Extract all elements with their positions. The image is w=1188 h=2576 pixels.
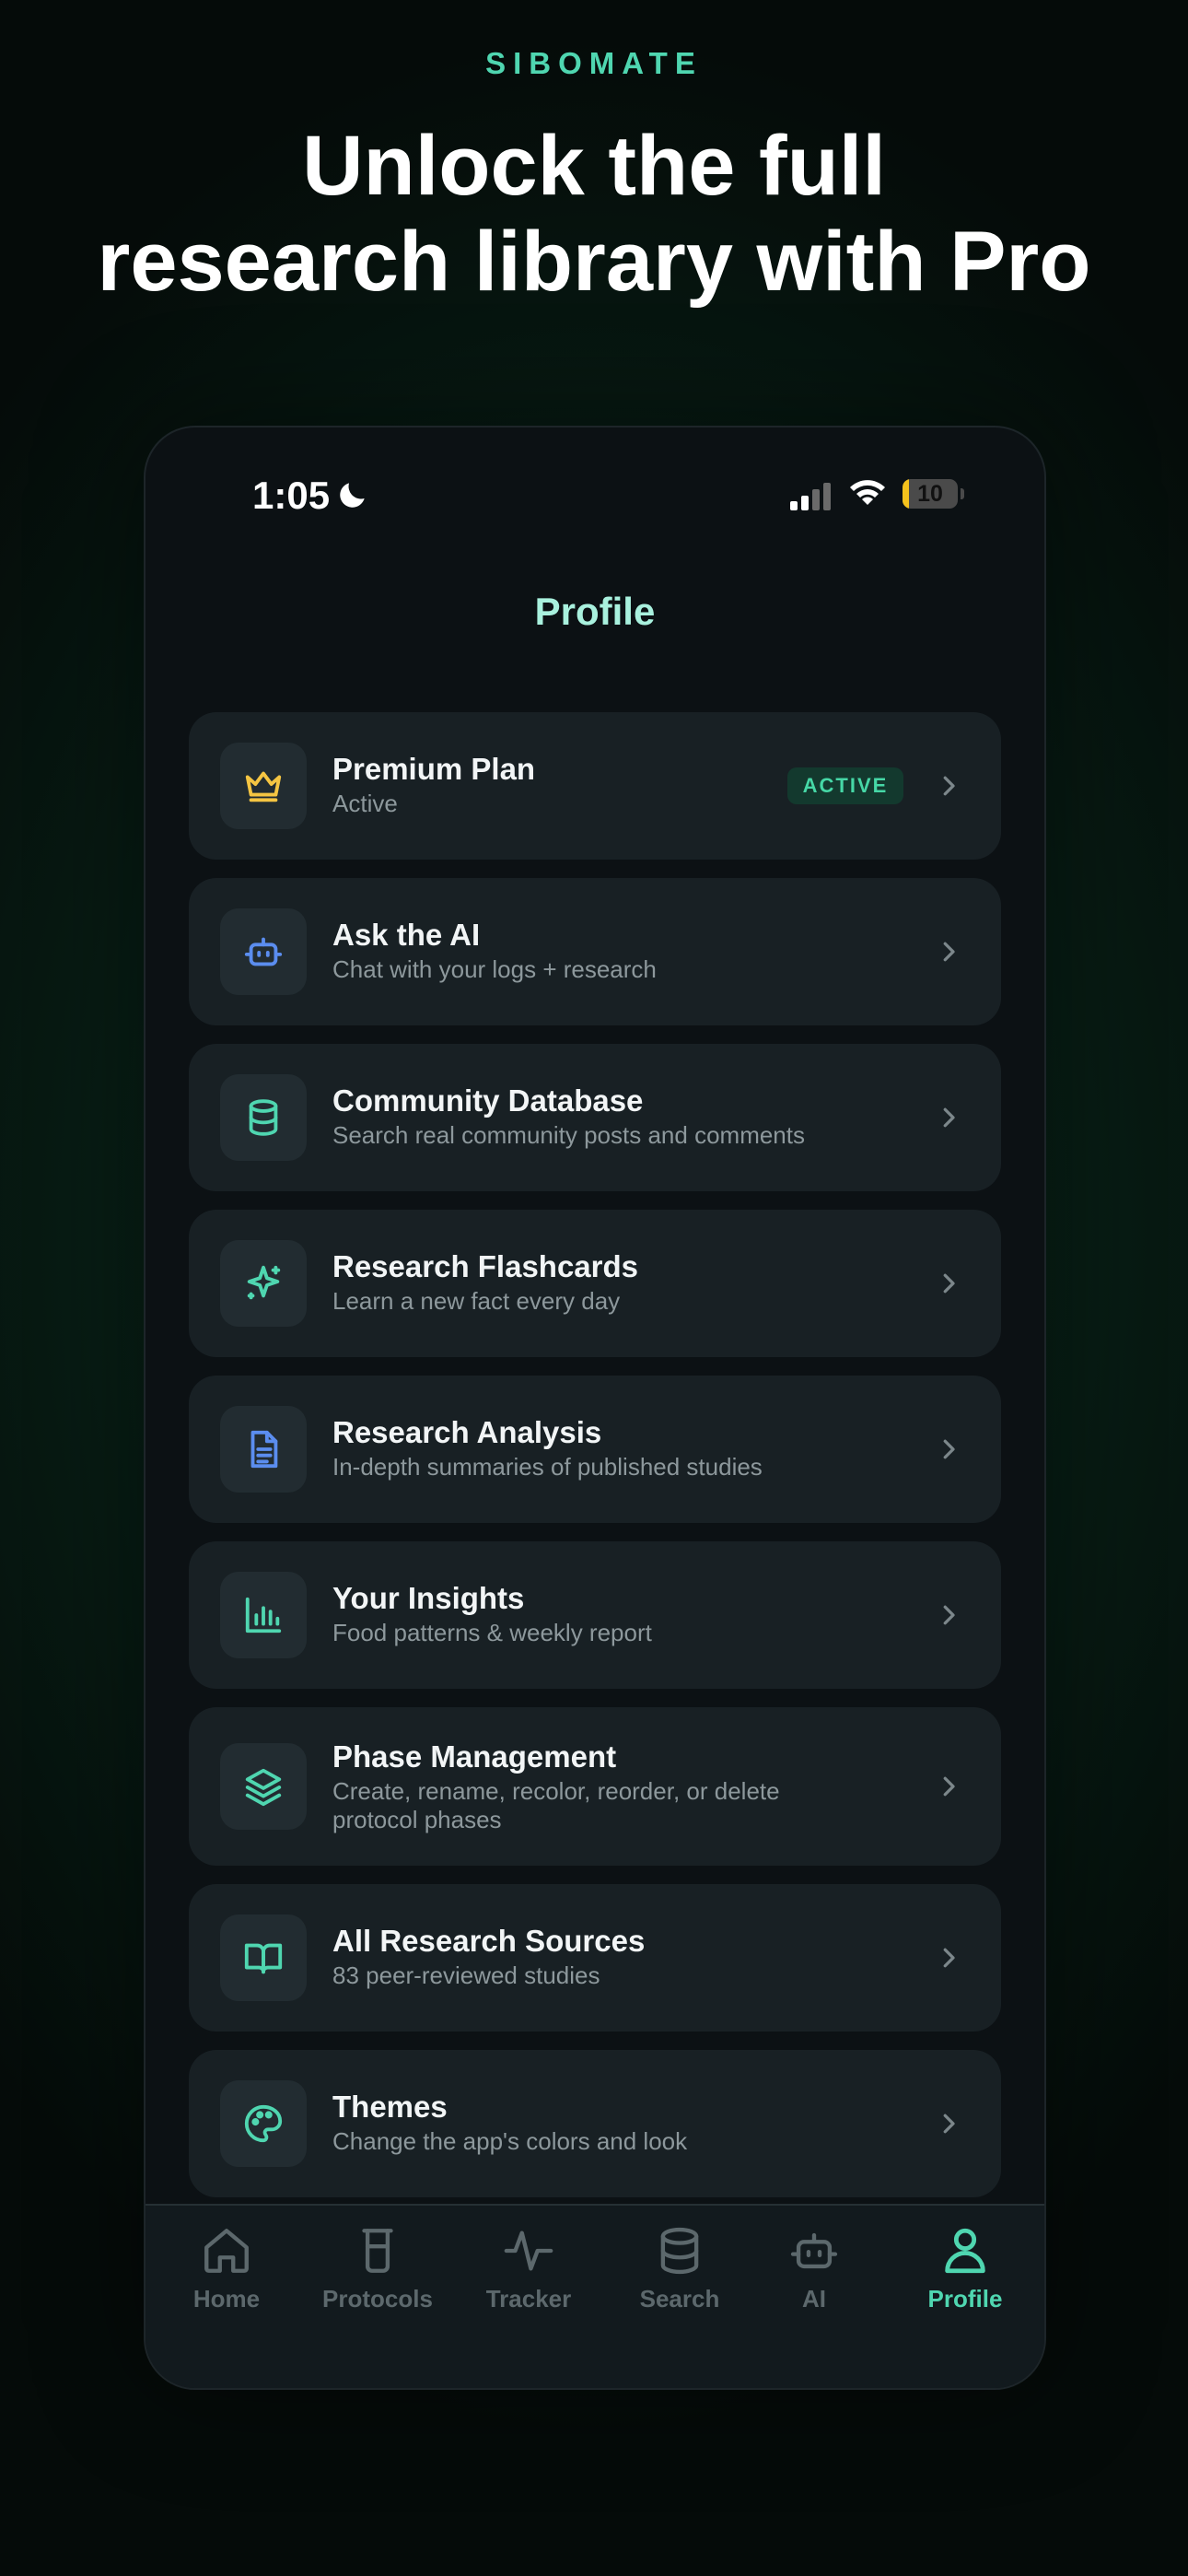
beaker-icon [362, 2229, 393, 2273]
item-subtitle: Change the app's colors and look [332, 2127, 688, 2155]
community-database-item[interactable]: Community Database Search real community… [189, 1044, 1001, 1191]
tab-protocols[interactable]: Protocols [302, 2224, 453, 2313]
cellular-signal-icon [790, 483, 831, 510]
database-icon-box [220, 1074, 307, 1161]
tab-label: Tracker [485, 2285, 572, 2313]
item-title: Themes [332, 2090, 448, 2124]
item-subtitle: Food patterns & weekly report [332, 1619, 652, 1646]
page-title: Profile [534, 590, 656, 633]
tab-profile[interactable]: Profile [890, 2224, 1041, 2313]
item-title: Premium Plan [332, 752, 536, 786]
brand-label: SIBOMATE [485, 46, 703, 80]
item-subtitle: Chat with your logs + research [332, 955, 657, 983]
tab-bar: Home Protocols Tracker Search AI Profile [146, 2204, 1044, 2388]
moon-icon [340, 483, 365, 508]
status-time: 1:05 [252, 474, 331, 517]
phone-frame: 1:05 10 Profile Premium Plan Active ACTI… [144, 426, 1046, 2390]
item-title: Research Flashcards [332, 1249, 639, 1283]
status-badge: ACTIVE [787, 767, 903, 804]
insights-icon-box [220, 1572, 307, 1658]
chevron-right-icon [943, 1605, 955, 1625]
item-title: Phase Management [332, 1739, 617, 1774]
your-insights-item[interactable]: Your Insights Food patterns & weekly rep… [189, 1541, 1001, 1689]
database-icon [660, 2227, 699, 2275]
item-title: All Research Sources [332, 1924, 646, 1958]
ai-icon-box [220, 908, 307, 995]
headline-line-1: Unlock the full [302, 119, 886, 213]
item-subtitle: Active [332, 790, 398, 817]
tab-search[interactable]: Search [604, 2224, 755, 2313]
tab-label: Protocols [322, 2285, 433, 2313]
item-title: Community Database [332, 1083, 644, 1118]
chevron-right-icon [943, 776, 955, 796]
item-title: Your Insights [332, 1581, 525, 1615]
layers-icon [245, 1768, 282, 1807]
database-icon [249, 1099, 278, 1136]
user-icon [945, 2228, 985, 2274]
bar-chart-icon [245, 1597, 282, 1633]
document-icon [250, 1430, 278, 1469]
item-title: Ask the AI [332, 918, 481, 952]
premium-plan-item[interactable]: Premium Plan Active ACTIVE [189, 712, 1001, 860]
chevron-right-icon [943, 2113, 955, 2134]
tab-tracker[interactable]: Tracker [453, 2224, 604, 2313]
tab-label: AI [802, 2285, 826, 2313]
item-subtitle: In-depth summaries of published studies [332, 1453, 763, 1481]
status-bar: 1:05 10 [146, 427, 1044, 566]
wifi-icon [850, 480, 885, 505]
item-subtitle: Create, rename, recolor, reorder, or del… [332, 1777, 780, 1833]
pulse-icon [504, 2231, 553, 2271]
profile-menu-list: Premium Plan Active ACTIVE Ask the AI Ch… [189, 712, 1001, 2216]
chevron-right-icon [943, 1439, 955, 1459]
tab-label: Profile [927, 2285, 1003, 2313]
ask-ai-item[interactable]: Ask the AI Chat with your logs + researc… [189, 878, 1001, 1025]
premium-icon-box [220, 743, 307, 829]
robot-icon [790, 2232, 838, 2269]
flashcards-icon-box [220, 1240, 307, 1327]
chevron-right-icon [943, 1948, 955, 1968]
tab-ai[interactable]: AI [739, 2224, 890, 2313]
robot-icon [244, 937, 283, 966]
item-title: Research Analysis [332, 1415, 602, 1449]
book-icon [244, 1943, 283, 1974]
battery-level: 10 [917, 481, 943, 507]
chevron-right-icon [943, 1776, 955, 1797]
research-analysis-item[interactable]: Research Analysis In-depth summaries of … [189, 1376, 1001, 1523]
home-icon [204, 2229, 249, 2273]
themes-icon-box [220, 2080, 307, 2167]
phase-management-item[interactable]: Phase Management Create, rename, recolor… [189, 1707, 1001, 1866]
chevron-right-icon [943, 1107, 955, 1128]
analysis-icon-box [220, 1406, 307, 1493]
sources-icon-box [220, 1914, 307, 2001]
themes-item[interactable]: Themes Change the app's colors and look [189, 2050, 1001, 2197]
tab-label: Home [192, 2285, 261, 2313]
chevron-right-icon [943, 942, 955, 962]
item-subtitle: Search real community posts and comments [332, 1121, 805, 1149]
headline: Unlock the full research library with Pr… [0, 118, 1188, 310]
item-subtitle: Learn a new fact every day [332, 1287, 621, 1315]
crown-icon [245, 771, 282, 802]
tab-label: Search [639, 2285, 720, 2313]
chevron-right-icon [943, 1273, 955, 1294]
item-subtitle: 83 peer-reviewed studies [332, 1961, 600, 1989]
headline-line-2: research library with Pro [97, 215, 1091, 309]
battery-indicator: 10 [903, 479, 958, 509]
research-flashcards-item[interactable]: Research Flashcards Learn a new fact eve… [189, 1210, 1001, 1357]
sparkle-icon [247, 1265, 281, 1300]
tab-home[interactable]: Home [151, 2224, 302, 2313]
all-research-sources-item[interactable]: All Research Sources 83 peer-reviewed st… [189, 1884, 1001, 2032]
palette-icon [244, 2104, 283, 2143]
phases-icon-box [220, 1743, 307, 1830]
